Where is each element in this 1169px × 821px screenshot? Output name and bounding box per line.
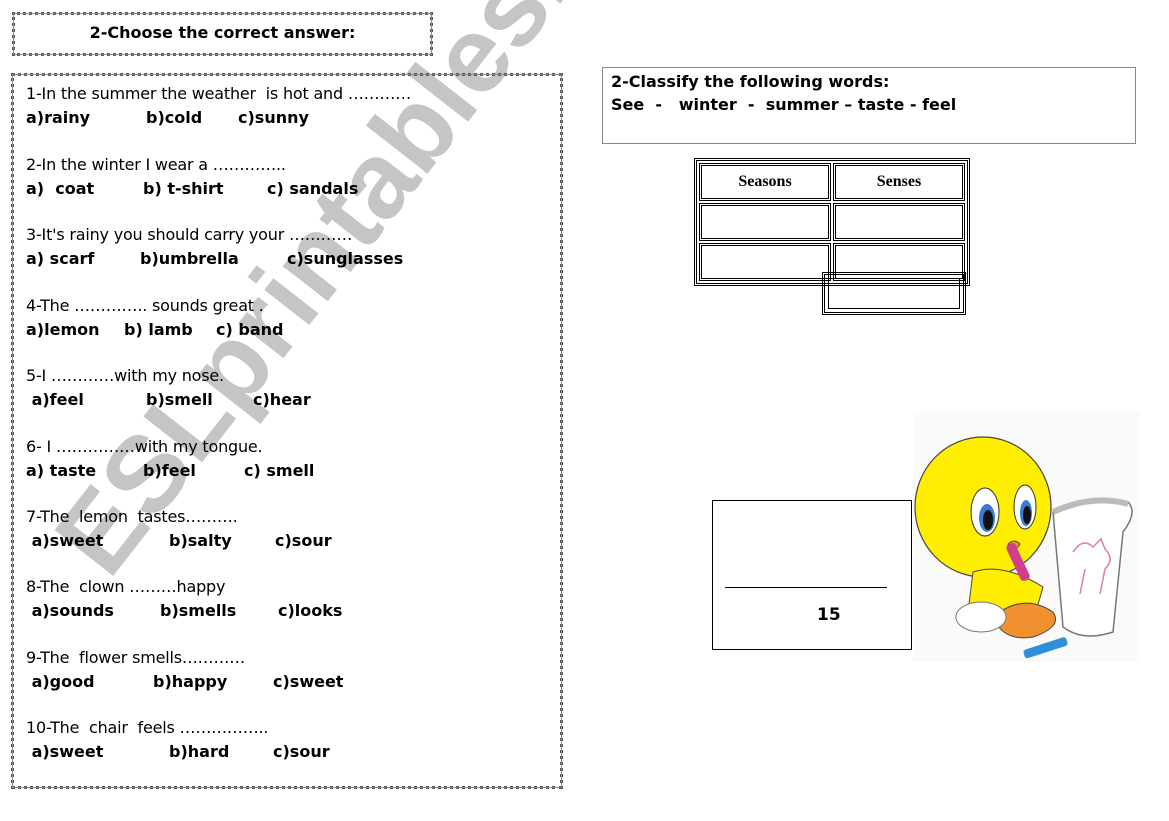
answer-option[interactable]: c)sunglasses	[287, 247, 403, 271]
answer-option[interactable]: b)umbrella	[140, 247, 239, 271]
seasons-cell[interactable]	[699, 203, 831, 241]
question-item: 8-The clown ………happy a)sounds b)smells c)l…	[26, 575, 343, 623]
question-item: 4-The ………….. sounds great . a)lemon b) lam…	[26, 294, 283, 342]
answer-option[interactable]: a) scarf	[26, 247, 94, 271]
answer-option[interactable]: b)cold	[146, 106, 202, 130]
answer-option[interactable]: b)smells	[160, 599, 236, 623]
answer-options: a)rainy b)cold c)sunny	[26, 106, 411, 130]
question-item: 5-I …………with my nose. a)feel b)smell c)hea…	[26, 364, 311, 412]
answer-option[interactable]: c)sour	[273, 740, 330, 764]
answer-options: a) taste b)feel c) smell	[26, 459, 314, 483]
question-stem: 6- I ……………with my tongue.	[26, 437, 263, 456]
question-item: 7-The lemon tastes………. a)sweet b)salty c)s…	[26, 505, 332, 553]
question-stem: 5-I …………with my nose.	[26, 366, 224, 385]
table-header-row: Seasons Senses	[699, 163, 965, 201]
question-item: 9-The flower smells………… a)good b)happy c)s…	[26, 646, 344, 694]
answer-options: a)sweet b)hard c)sour	[26, 740, 330, 764]
senses-cell[interactable]	[833, 203, 965, 241]
answer-option[interactable]: a) coat	[26, 177, 94, 201]
question-stem: 7-The lemon tastes……….	[26, 507, 238, 526]
question-item: 1-In the summer the weather is hot and ……	[26, 82, 411, 130]
answer-option[interactable]: c) sandals	[267, 177, 358, 201]
question-item: 3-It's rainy you should carry your ………… a…	[26, 223, 403, 271]
answer-option[interactable]: b) t-shirt	[143, 177, 224, 201]
answer-option[interactable]: b) lamb	[124, 318, 193, 342]
classify-table-wrap: Seasons Senses	[694, 158, 970, 286]
answer-option[interactable]: c)sour	[275, 529, 332, 553]
answer-option[interactable]: a)sweet	[26, 740, 104, 764]
answer-option[interactable]: c)looks	[278, 599, 342, 623]
score-total: 15	[817, 605, 841, 625]
answer-option[interactable]: b)salty	[169, 529, 232, 553]
question-item: 10-The chair feels …………….. a)sweet b)hard…	[26, 716, 330, 764]
question-stem: 1-In the summer the weather is hot and ……	[26, 84, 412, 103]
answer-option[interactable]: c) smell	[244, 459, 314, 483]
answer-option[interactable]: a)rainy	[26, 106, 90, 130]
answer-option[interactable]: c) band	[216, 318, 283, 342]
tweety-drawing-image	[913, 412, 1139, 662]
score-line	[725, 587, 887, 588]
answer-option[interactable]: b)feel	[143, 459, 196, 483]
answer-options: a) scarf b)umbrella c)sunglasses	[26, 247, 403, 271]
answer-option[interactable]: a)good	[26, 670, 95, 694]
question-stem: 4-The ………….. sounds great .	[26, 296, 264, 315]
classify-table: Seasons Senses	[694, 158, 970, 286]
question-stem: 10-The chair feels ……………..	[26, 718, 269, 737]
question-stem: 9-The flower smells…………	[26, 648, 246, 667]
answer-option[interactable]: c)sunny	[238, 106, 309, 130]
answer-options: a)feel b)smell c)hear	[26, 388, 311, 412]
answer-options: a) coat b) t-shirt c) sandals	[26, 177, 358, 201]
answer-option[interactable]: c)sweet	[273, 670, 343, 694]
senses-extra-cell[interactable]	[822, 272, 966, 315]
answer-options: a)sweet b)salty c)sour	[26, 529, 332, 553]
question-stem: 3-It's rainy you should carry your …………	[26, 225, 353, 244]
header-senses: Senses	[833, 163, 965, 201]
table-row	[699, 203, 965, 241]
question-item: 6- I ……………with my tongue. a) taste b)feel c…	[26, 435, 314, 483]
answer-option[interactable]: b)happy	[153, 670, 227, 694]
question-item: 2-In the winter I wear a ………….. a) coat b)…	[26, 153, 358, 201]
question-stem: 2-In the winter I wear a …………..	[26, 155, 286, 174]
answer-options: a)lemon b) lamb c) band	[26, 318, 283, 342]
seasons-cell[interactable]	[699, 243, 831, 281]
quiz-box: 1-In the summer the weather is hot and ……	[11, 73, 563, 789]
word-list: See - winter - summer – taste - feel	[611, 95, 957, 114]
answer-option[interactable]: b)smell	[146, 388, 213, 412]
answer-options: a)good b)happy c)sweet	[26, 670, 344, 694]
answer-option[interactable]: a)sweet	[26, 529, 104, 553]
section1-title-box: 2-Choose the correct answer:	[12, 12, 433, 56]
score-box: 15	[712, 500, 912, 650]
section2-title: 2-Classify the following words:	[611, 72, 890, 91]
answer-option[interactable]: a)lemon	[26, 318, 100, 342]
answer-option[interactable]: a)feel	[26, 388, 84, 412]
question-stem: 8-The clown ………happy	[26, 577, 226, 596]
answer-option[interactable]: a)sounds	[26, 599, 114, 623]
header-seasons: Seasons	[699, 163, 831, 201]
answer-options: a)sounds b)smells c)looks	[26, 599, 343, 623]
answer-option[interactable]: a) taste	[26, 459, 96, 483]
section1-title: 2-Choose the correct answer:	[89, 23, 356, 42]
classify-box: 2-Classify the following words: See - wi…	[602, 67, 1136, 144]
answer-option[interactable]: b)hard	[169, 740, 229, 764]
answer-option[interactable]: c)hear	[253, 388, 311, 412]
